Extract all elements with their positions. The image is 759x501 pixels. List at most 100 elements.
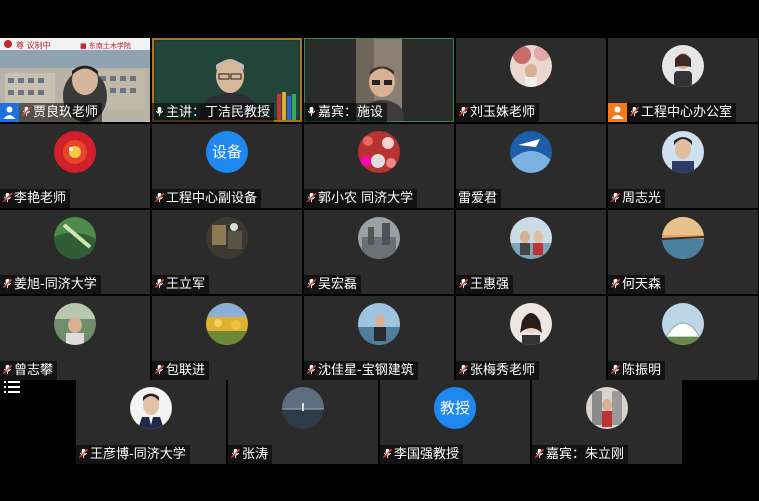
mic-muted-icon bbox=[458, 106, 469, 117]
participant-row: 李艳老师 设备 工程中心副设备 郭小农 同济大学 雷爱君 周志光 bbox=[0, 124, 759, 209]
avatar bbox=[54, 303, 96, 345]
participant-name-label: 李国强教授 bbox=[380, 445, 464, 464]
participant-name: 刘玉姝老师 bbox=[470, 105, 536, 120]
mic-muted-icon bbox=[154, 192, 165, 203]
mic-muted-icon bbox=[2, 278, 13, 289]
participant-tile[interactable]: 姜旭-同济大学 bbox=[0, 210, 150, 294]
participant-row: 姜旭-同济大学 王立军 吴宏磊 王惠强 何天森 bbox=[0, 210, 759, 295]
participant-row: 王彦博-同济大学 张涛 教授 李国强教授 嘉宾：朱立刚 bbox=[0, 380, 759, 465]
participant-name-label: 包联进 bbox=[152, 361, 210, 380]
participant-tile[interactable]: 陈振明 bbox=[608, 296, 758, 380]
participant-name-label: 何天森 bbox=[608, 275, 666, 294]
participant-name-label: 雷爱君 bbox=[456, 189, 502, 208]
mic-muted-icon bbox=[610, 364, 621, 375]
participant-name: 李国强教授 bbox=[394, 447, 460, 462]
participant-tile[interactable]: 教授 李国强教授 bbox=[380, 380, 530, 464]
mic-muted-icon bbox=[78, 448, 89, 459]
mic-muted-icon bbox=[230, 448, 241, 459]
participant-name-label: 嘉宾：朱立刚 bbox=[532, 445, 629, 464]
participant-name-label: 吴宏磊 bbox=[304, 275, 362, 294]
participant-name-label: 王彦博-同济大学 bbox=[76, 445, 190, 464]
participant-tile[interactable]: 王彦博-同济大学 bbox=[76, 380, 226, 464]
mic-muted-icon bbox=[306, 192, 317, 203]
host-user-icon bbox=[608, 103, 627, 122]
participant-name: 工程中心办公室 bbox=[641, 105, 733, 120]
participant-tile[interactable]: 张涛 bbox=[228, 380, 378, 464]
mic-muted-icon bbox=[610, 192, 621, 203]
participant-name: 陈振明 bbox=[622, 363, 662, 378]
participant-name-label: 嘉宾：施设 bbox=[304, 103, 388, 122]
participant-name: 主讲：丁洁民教授 bbox=[166, 105, 271, 120]
participant-tile[interactable]: 刘玉姝老师 bbox=[456, 38, 606, 122]
participant-name-label: 王立军 bbox=[152, 275, 210, 294]
participant-tile[interactable]: 沈佳星-宝钢建筑 bbox=[304, 296, 454, 380]
mic-muted-icon bbox=[306, 364, 317, 375]
participant-tile[interactable]: 何天森 bbox=[608, 210, 758, 294]
participant-tile[interactable]: 李艳老师 bbox=[0, 124, 150, 208]
avatar bbox=[206, 303, 248, 345]
participant-name-label: 周志光 bbox=[608, 189, 666, 208]
participant-name-label: 张涛 bbox=[228, 445, 273, 464]
participant-name: 王彦博-同济大学 bbox=[90, 447, 186, 462]
participant-row: 尊 议制中 ■ 东南土木学院 贾良玖老师 主讲：丁洁民教授 嘉宾：施设 刘玉姝老… bbox=[0, 38, 759, 123]
avatar bbox=[662, 303, 704, 345]
participant-name: 张涛 bbox=[242, 447, 269, 462]
menu-list-icon[interactable] bbox=[4, 380, 20, 394]
participant-tile[interactable]: 曾志攀 bbox=[0, 296, 150, 380]
participant-tile[interactable]: 设备 工程中心副设备 bbox=[152, 124, 302, 208]
avatar bbox=[358, 131, 400, 173]
mic-muted-icon bbox=[306, 278, 317, 289]
participant-tile-speaker[interactable]: 主讲：丁洁民教授 bbox=[152, 38, 302, 122]
mic-muted-icon bbox=[21, 106, 32, 117]
participant-tile[interactable]: 尊 议制中 ■ 东南土木学院 贾良玖老师 bbox=[0, 38, 150, 122]
participant-name: 工程中心副设备 bbox=[166, 191, 258, 206]
mic-muted-icon bbox=[154, 278, 165, 289]
participant-tile[interactable]: 工程中心办公室 bbox=[608, 38, 758, 122]
participant-tile[interactable]: 王立军 bbox=[152, 210, 302, 294]
avatar bbox=[586, 387, 628, 429]
mic-muted-icon bbox=[2, 364, 13, 375]
mic-muted-icon bbox=[629, 106, 640, 117]
participant-tile[interactable]: 王惠强 bbox=[456, 210, 606, 294]
participant-tile[interactable]: 雷爱君 bbox=[456, 124, 606, 208]
avatar bbox=[662, 45, 704, 87]
participant-tile[interactable]: 嘉宾：施设 bbox=[304, 38, 454, 122]
avatar bbox=[206, 217, 248, 259]
mic-muted-icon bbox=[534, 448, 545, 459]
participant-name: 贾良玖老师 bbox=[33, 105, 99, 120]
participant-tile[interactable]: 吴宏磊 bbox=[304, 210, 454, 294]
participant-name-label: 李艳老师 bbox=[0, 189, 71, 208]
participant-name: 吴宏磊 bbox=[318, 277, 358, 292]
mic-muted-icon bbox=[2, 192, 13, 203]
participant-name-label: 姜旭-同济大学 bbox=[0, 275, 101, 294]
participant-name: 周志光 bbox=[622, 191, 662, 206]
participant-row: 曾志攀 包联进 沈佳星-宝钢建筑 张梅秀老师 陈振明 bbox=[0, 296, 759, 381]
mic-on-icon bbox=[154, 106, 165, 117]
avatar bbox=[54, 217, 96, 259]
participant-name: 嘉宾：施设 bbox=[318, 105, 384, 120]
participant-name-label: 张梅秀老师 bbox=[456, 361, 540, 380]
participant-name: 包联进 bbox=[166, 363, 206, 378]
participant-name: 姜旭-同济大学 bbox=[14, 277, 97, 292]
participant-name-label: 曾志攀 bbox=[0, 361, 58, 380]
participant-tile[interactable]: 郭小农 同济大学 bbox=[304, 124, 454, 208]
avatar-initials: 教授 bbox=[434, 387, 476, 429]
participant-name-label: 郭小农 同济大学 bbox=[304, 189, 418, 208]
mic-on-icon bbox=[306, 106, 317, 117]
avatar bbox=[54, 131, 96, 173]
participant-tile[interactable]: 包联进 bbox=[152, 296, 302, 380]
avatar bbox=[130, 387, 172, 429]
participant-name-label: 沈佳星-宝钢建筑 bbox=[304, 361, 418, 380]
mic-muted-icon bbox=[458, 364, 469, 375]
participant-name: 嘉宾：朱立刚 bbox=[546, 447, 625, 462]
avatar bbox=[662, 217, 704, 259]
participant-tile[interactable]: 张梅秀老师 bbox=[456, 296, 606, 380]
host-user-icon bbox=[0, 103, 19, 122]
participant-tile[interactable]: 周志光 bbox=[608, 124, 758, 208]
avatar bbox=[510, 45, 552, 87]
participant-name-label: 陈振明 bbox=[608, 361, 666, 380]
participant-name-label: 刘玉姝老师 bbox=[456, 103, 540, 122]
participant-name: 何天森 bbox=[622, 277, 662, 292]
avatar bbox=[358, 303, 400, 345]
participant-tile[interactable]: 嘉宾：朱立刚 bbox=[532, 380, 682, 464]
